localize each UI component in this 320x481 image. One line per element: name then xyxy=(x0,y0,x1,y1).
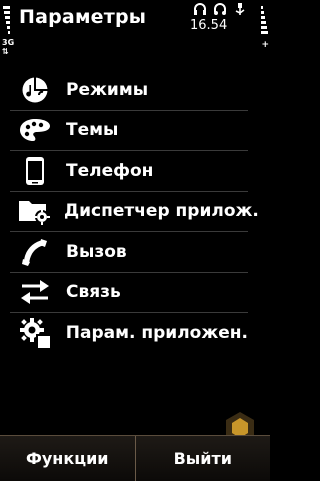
palette-icon xyxy=(18,115,52,145)
profiles-icon xyxy=(18,75,52,105)
usb-icon xyxy=(233,1,247,20)
menu-item-profiles[interactable]: Режимы xyxy=(10,70,248,111)
menu-item-label: Вызов xyxy=(66,241,127,262)
options-softkey[interactable]: Функции xyxy=(0,436,135,481)
menu-item-app-manager[interactable]: Диспетчер прилож. xyxy=(10,192,259,232)
charging-icon: + xyxy=(261,40,269,50)
exit-softkey[interactable]: Выйти xyxy=(134,436,271,481)
app-manager-icon xyxy=(18,196,50,226)
data-transfer-icon: ⇅ xyxy=(2,47,9,56)
page-title: Параметры xyxy=(19,6,147,28)
menu-item-phone[interactable]: Телефон xyxy=(10,151,248,192)
status-bar: 3G ⇅ Параметры 16.54 + xyxy=(0,0,270,62)
menu-item-call[interactable]: Вызов xyxy=(10,232,248,273)
phone-icon xyxy=(18,156,52,186)
battery-icon xyxy=(261,6,268,34)
clock: 16.54 xyxy=(190,18,228,33)
network-type: 3G xyxy=(2,38,15,47)
menu-item-label: Темы xyxy=(66,120,119,141)
call-icon xyxy=(18,237,52,267)
signal-strength-icon xyxy=(3,6,10,34)
menu-item-label: Диспетчер прилож. xyxy=(64,201,259,222)
app-settings-icon xyxy=(18,318,52,349)
network-indicator: 3G ⇅ xyxy=(2,38,14,56)
menu-item-label: Режимы xyxy=(66,79,149,100)
connectivity-icon xyxy=(18,277,52,307)
menu-item-label: Телефон xyxy=(66,160,154,181)
menu-item-label: Парам. приложен. xyxy=(65,323,248,344)
menu-item-label: Связь xyxy=(66,282,121,303)
softkey-bar: Функции Выйти xyxy=(0,435,270,481)
menu-item-themes[interactable]: Темы xyxy=(10,111,248,151)
menu-item-app-settings[interactable]: Парам. приложен. xyxy=(10,313,248,354)
settings-menu: Режимы Темы Телефон Диспетчер прилож. Вы… xyxy=(10,70,259,354)
menu-item-connectivity[interactable]: Связь xyxy=(10,273,248,313)
